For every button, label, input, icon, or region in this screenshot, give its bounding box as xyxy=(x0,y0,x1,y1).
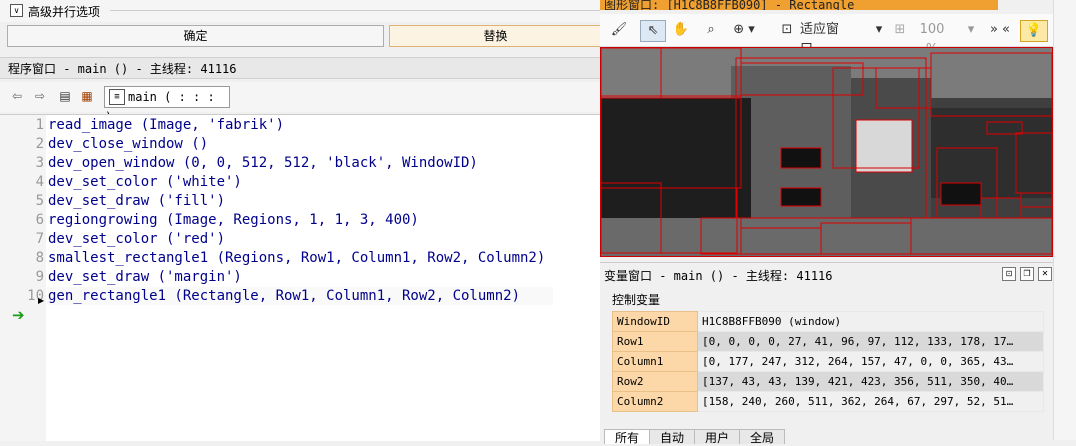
code-line[interactable]: smallest_rectangle1 (Regions, Row1, Colu… xyxy=(48,250,545,266)
variable-name: Row2 xyxy=(612,371,698,392)
procedure-icon: ≡ xyxy=(109,89,125,105)
variable-window-title: 变量窗口 - main () - 主线程: 41116 xyxy=(604,269,833,283)
code-line[interactable]: dev_set_color ('white') xyxy=(48,174,242,190)
advanced-options-label: 高级并行选项 xyxy=(28,5,101,19)
program-counter-icon: ➔ xyxy=(12,306,25,324)
graphics-window-title: 图形窗口: [H1C8B8FFB090] - Rectangle xyxy=(600,0,998,10)
line-gutter: 1 2 3 4 5 6 7 8 9 10 xyxy=(0,115,46,441)
graphics-toolbar: 🖌 ⇖ ✋ ⌕ ⊕ ▾ ⊡ 适应窗口 ▾ ⊞ 100 % ▾ » « 💡 xyxy=(600,14,1053,57)
variable-row[interactable]: Row2 [137, 43, 43, 139, 421, 423, 356, 51… xyxy=(612,371,1044,392)
code-line[interactable]: read_image (Image, 'fabrik') xyxy=(48,117,284,133)
zoom-in-icon[interactable]: ⊕ ▾ xyxy=(728,20,760,40)
variable-row[interactable]: WindowID H1C8B8FFB090 (window) xyxy=(612,311,1044,332)
line-number: 5 xyxy=(35,193,44,209)
control-variables-label: 控制变量 xyxy=(612,293,661,307)
hand-icon[interactable]: ✋ xyxy=(670,20,692,40)
fit-window-icon[interactable]: ⊡ xyxy=(778,20,796,40)
right-panel-strip xyxy=(1053,0,1076,440)
line-number: 7 xyxy=(35,231,44,247)
program-window-title: 程序窗口 - main () - 主线程: 41116 xyxy=(0,57,600,79)
lightbulb-icon[interactable]: 💡 xyxy=(1020,20,1048,42)
code-line[interactable]: dev_set_color ('red') xyxy=(48,231,225,247)
close-icon[interactable]: ✕ xyxy=(1038,267,1052,281)
pointer-icon[interactable]: ⇖ xyxy=(640,20,666,42)
line-number: 4 xyxy=(35,174,44,190)
code-editor[interactable]: 1 2 3 4 5 6 7 8 9 10 read_image (Image, 'fabrik')… xyxy=(0,114,600,441)
variables-table: WindowID H1C8B8FFB090 (window) Row1 [0, 0, … xyxy=(612,311,1044,412)
ok-button[interactable]: 确定 xyxy=(7,25,384,47)
variable-name: Column2 xyxy=(612,391,698,412)
variable-row[interactable]: Column1 [0, 177, 247, 312, 264, 157, 47, … xyxy=(612,351,1044,372)
line-number: 9 xyxy=(35,269,44,285)
grid-icon[interactable]: ▦ xyxy=(80,89,94,103)
insert-cursor-icon: ▶ xyxy=(38,296,45,305)
line-number: 6 xyxy=(35,212,44,228)
variable-tab[interactable]: 全局 xyxy=(739,429,786,445)
fit-window-label[interactable]: 适应窗口 xyxy=(800,20,850,57)
code-line[interactable]: regiongrowing (Image, Regions, 1, 1, 3, … xyxy=(48,212,419,228)
brush-icon[interactable]: 🖌 xyxy=(608,20,630,40)
advanced-options-bar: ∨ 高级并行选项 xyxy=(0,0,600,22)
code-line[interactable]: dev_close_window () xyxy=(48,136,208,152)
code-line[interactable]: dev_open_window (0, 0, 512, 512, 'black'… xyxy=(48,155,478,171)
magnifier-icon[interactable]: ⌕ xyxy=(700,20,722,40)
variable-value: [158, 240, 260, 511, 362, 264, 67, 297, … xyxy=(697,391,1044,412)
clipboard-icon[interactable]: ▤ xyxy=(58,89,72,103)
graphics-window: 图形窗口: [H1C8B8FFB090] - Rectangle 🖌 ⇖ ✋ ⌕… xyxy=(600,0,1053,258)
variable-value: [137, 43, 43, 139, 421, 423, 356, 511, 3… xyxy=(697,371,1044,392)
code-line[interactable]: gen_rectangle1 (Rectangle, Row1, Column1… xyxy=(48,288,520,304)
chevron-down-icon[interactable]: ∨ xyxy=(10,4,23,17)
variable-window: 变量窗口 - main () - 主线程: 41116 ⊡ ❐ ✕ 控制变量 W… xyxy=(600,262,1054,445)
variable-tab[interactable]: 自动 xyxy=(649,429,696,445)
code-line[interactable]: dev_set_draw ('margin') xyxy=(48,269,242,285)
fit-dropdown-icon[interactable]: ▾ xyxy=(872,20,886,40)
float-icon[interactable]: ❐ xyxy=(1020,267,1034,281)
line-number: 8 xyxy=(35,250,44,266)
variable-value: [0, 0, 0, 0, 27, 41, 96, 97, 112, 133, 1… xyxy=(697,331,1044,352)
variable-tabs: 所有 自动 用户 全局 xyxy=(604,429,786,445)
variable-name: WindowID xyxy=(612,311,698,332)
procedure-selector[interactable]: ≡main ( : : : ) xyxy=(104,86,230,124)
zoom-box-icon: ⊞ xyxy=(894,22,906,37)
zoom-dropdown-icon: ▾ xyxy=(967,22,975,37)
divider xyxy=(110,10,600,11)
variable-row[interactable]: Column2 [158, 240, 260, 511, 362, 264, 67… xyxy=(612,391,1044,412)
variable-value: H1C8B8FFB090 (window) xyxy=(697,311,1044,332)
variable-tab[interactable]: 用户 xyxy=(694,429,741,445)
program-window-toolbar: ⇦ ⇨ ▤ ▦ ≡main ( : : : ) xyxy=(0,82,600,124)
variable-name: Column1 xyxy=(612,351,698,372)
variable-value: [0, 177, 247, 312, 264, 157, 47, 0, 0, 3… xyxy=(697,351,1044,372)
forward-arrow-icon[interactable]: ⇨ xyxy=(33,89,47,103)
line-number: 3 xyxy=(35,155,44,171)
variable-row[interactable]: Row1 [0, 0, 0, 0, 27, 41, 96, 97, 112, 13… xyxy=(612,331,1044,352)
variable-tab[interactable]: 所有 xyxy=(604,429,651,445)
factory-image-with-rectangles xyxy=(601,48,1052,256)
line-number: 1 xyxy=(35,117,44,133)
zoom-value[interactable]: 100 % xyxy=(912,20,952,57)
replace-button[interactable]: 替换 xyxy=(389,25,602,47)
pin-icon[interactable]: ⊡ xyxy=(1002,267,1016,281)
line-number: 2 xyxy=(35,136,44,152)
variable-name: Row1 xyxy=(612,331,698,352)
expand-collapse-icon[interactable]: » « xyxy=(988,20,1012,40)
back-arrow-icon[interactable]: ⇦ xyxy=(10,89,24,103)
graphics-canvas[interactable] xyxy=(600,47,1053,257)
code-line[interactable]: dev_set_draw ('fill') xyxy=(48,193,225,209)
